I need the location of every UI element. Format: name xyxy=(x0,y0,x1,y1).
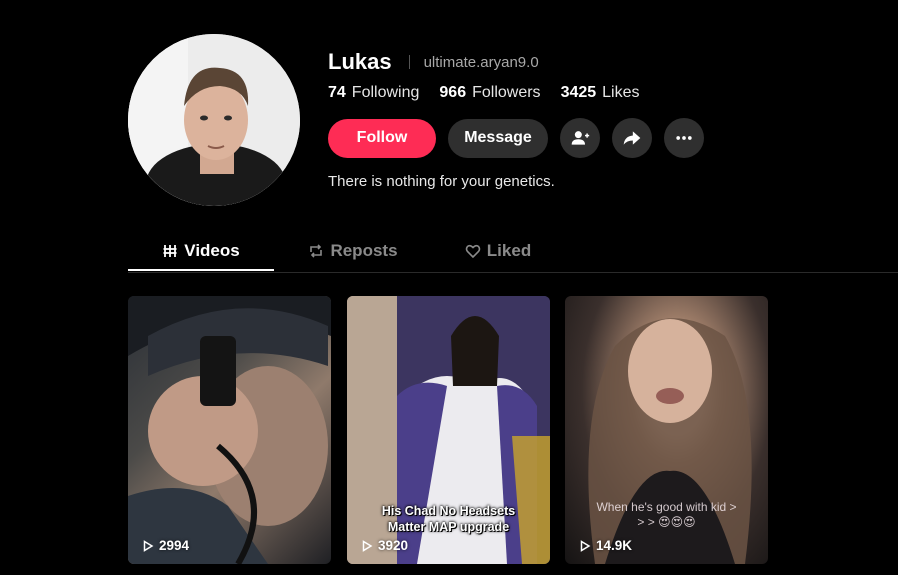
likes-stat: 3425 Likes xyxy=(561,84,640,102)
view-count-value: 2994 xyxy=(159,538,190,553)
username-handle: ultimate.aryan9.0 xyxy=(423,53,539,71)
follow-button[interactable]: Follow xyxy=(328,118,436,158)
display-name: Lukas xyxy=(328,49,392,74)
followers-label: Followers xyxy=(472,84,541,101)
likes-count: 3425 xyxy=(560,84,597,101)
repost-icon xyxy=(310,244,323,258)
followers-stat[interactable]: 966 Followers xyxy=(439,84,540,102)
tab-liked-label: Liked xyxy=(486,241,532,260)
stats-row: 74 Following 966 Followers 3425 Likes xyxy=(328,84,660,102)
video-thumbnail xyxy=(128,296,331,564)
profile-actions: Follow Message xyxy=(328,118,716,158)
tab-reposts-label: Reposts xyxy=(330,241,398,260)
tab-videos[interactable]: Videos xyxy=(128,232,274,270)
profile-page: Lukas ultimate.aryan9.0 74 Following 966… xyxy=(0,0,898,575)
video-card[interactable]: 2994 xyxy=(128,296,331,564)
view-count: 3920 xyxy=(361,538,408,553)
video-card[interactable]: His Chad No Headsets Matter MAP upgrade … xyxy=(347,296,550,564)
likes-label: Likes xyxy=(602,84,640,101)
video-caption: When he's good with kid > > > 😍😍😍 xyxy=(596,500,737,529)
name-row: Lukas ultimate.aryan9.0 xyxy=(328,48,539,76)
name-divider xyxy=(408,55,410,69)
play-icon xyxy=(362,539,373,552)
message-button[interactable]: Message xyxy=(448,118,548,158)
tab-reposts[interactable]: Reposts xyxy=(296,232,410,270)
heart-icon xyxy=(465,244,481,259)
view-count-value: 14.9K xyxy=(596,538,633,553)
following-count: 74 xyxy=(328,84,346,101)
video-card[interactable]: When he's good with kid > > > 😍😍😍 14.9K xyxy=(565,296,768,564)
avatar-image xyxy=(128,34,300,206)
add-friend-icon xyxy=(571,131,590,145)
view-count-value: 3920 xyxy=(378,538,409,553)
tab-videos-label: Videos xyxy=(184,241,240,260)
avatar[interactable] xyxy=(128,34,300,206)
more-icon xyxy=(676,136,692,140)
profile-bio: There is nothing for your genetics. xyxy=(328,173,555,190)
following-label: Following xyxy=(351,84,420,101)
following-stat[interactable]: 74 Following xyxy=(328,84,419,102)
followers-count: 966 xyxy=(439,84,467,101)
tab-liked[interactable]: Liked xyxy=(454,232,542,270)
profile-tabs: Videos Reposts Liked xyxy=(128,232,898,273)
active-tab-indicator xyxy=(128,269,274,271)
view-count: 14.9K xyxy=(579,538,632,553)
view-count: 2994 xyxy=(142,538,189,553)
share-button[interactable] xyxy=(612,118,652,158)
play-icon xyxy=(143,539,154,552)
add-friend-button[interactable] xyxy=(560,118,600,158)
more-options-button[interactable] xyxy=(664,118,704,158)
share-icon xyxy=(623,131,641,145)
grid-icon xyxy=(163,245,177,257)
video-caption: His Chad No Headsets Matter MAP upgrade xyxy=(381,504,516,534)
play-icon xyxy=(580,539,591,552)
